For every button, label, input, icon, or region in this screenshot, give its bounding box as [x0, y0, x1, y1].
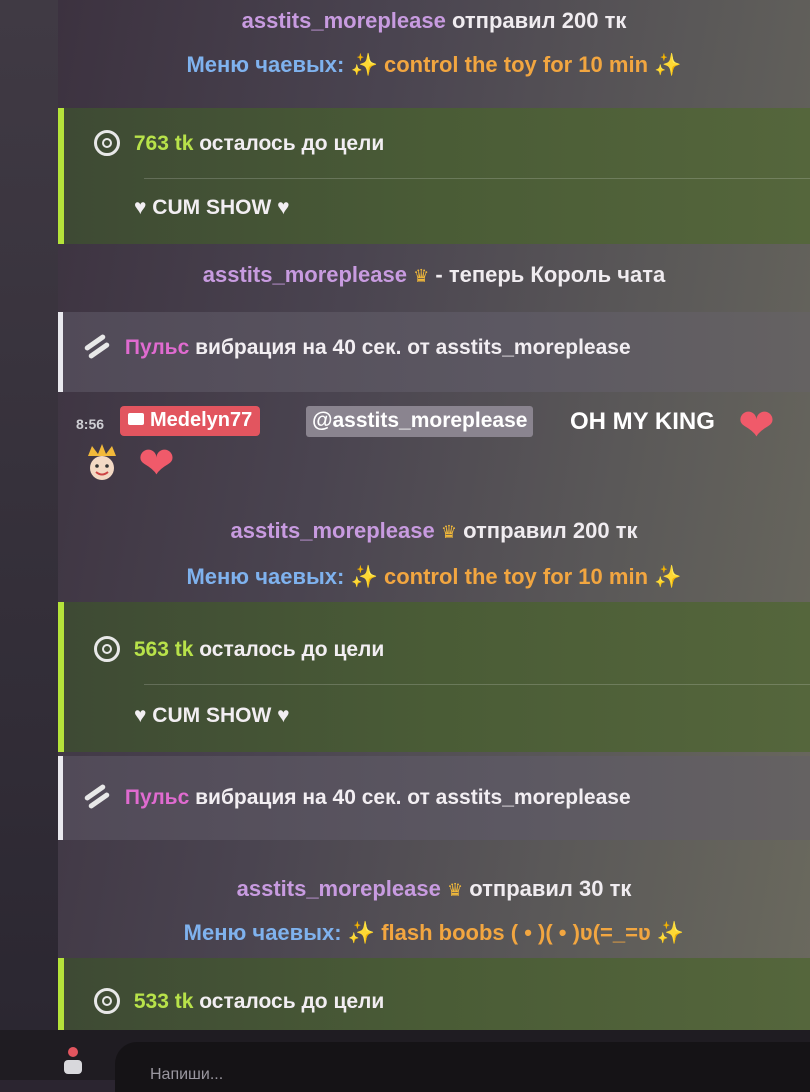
- tip-username[interactable]: asstits_moreplease: [242, 8, 446, 33]
- goal-divider: [144, 684, 810, 685]
- camera-icon: [128, 413, 144, 425]
- crown-icon: ♛: [440, 522, 457, 542]
- tip-menu-line: Меню чаевых: ✨ control the toy for 10 mi…: [58, 52, 810, 78]
- target-icon: [94, 988, 120, 1014]
- goal-remaining: 563 tk: [133, 638, 194, 661]
- tip-notice: asstits_moreplease ♛ отправил 30 тк: [58, 876, 810, 902]
- composer-bar: Напиши...: [0, 1030, 810, 1092]
- pulse-text: вибрация на 40 сек. от asstits_morepleas…: [195, 336, 631, 359]
- king-text: - теперь Король чата: [435, 262, 666, 287]
- sparkle-icon: ✨: [654, 52, 682, 77]
- sparkle-icon: ✨: [350, 564, 378, 589]
- message-placeholder: Напиши...: [150, 1066, 224, 1083]
- tip-menu-line: Меню чаевых: ✨ flash boobs ( • )( • )ʋ(=…: [58, 920, 810, 946]
- goal-remaining: 763 tk: [133, 132, 194, 155]
- tip-menu-label: Меню чаевых:: [183, 920, 342, 945]
- tip-menu-label: Меню чаевых:: [186, 52, 345, 77]
- heart-icon: ❤: [738, 401, 775, 450]
- goal-progress: 563 tk осталось до цели: [94, 636, 384, 662]
- goal-suffix: осталось до цели: [199, 990, 385, 1013]
- tip-action: отправил 30 тк: [469, 876, 632, 901]
- vibration-icon: [83, 333, 111, 360]
- pulse-notice: Пульс вибрация на 40 сек. от asstits_mor…: [58, 756, 810, 840]
- sparkle-icon: ✨: [656, 920, 685, 945]
- heart-icon: ❤: [138, 439, 175, 488]
- goal-divider: [144, 178, 810, 179]
- tip-menu-line: Меню чаевых: ✨ control the toy for 10 mi…: [58, 564, 810, 590]
- tip-username[interactable]: asstits_moreplease: [237, 876, 441, 901]
- pulse-word: Пульс: [124, 786, 190, 809]
- tip-action: отправил 200 тк: [463, 518, 638, 543]
- tip-notice: asstits_moreplease отправил 200 тк: [58, 8, 810, 34]
- chat-panel: asstits_moreplease отправил 200 тк Меню …: [0, 0, 810, 1092]
- goal-notice: 763 tk осталось до цели ♥ CUM SHOW ♥: [58, 108, 810, 244]
- sparkle-icon: ✨: [350, 52, 378, 77]
- sparkle-icon: ✨: [654, 564, 682, 589]
- goal-suffix: осталось до цели: [199, 132, 385, 155]
- king-notice: asstits_moreplease ♛ - теперь Король чат…: [58, 262, 810, 288]
- author-name: Medelyn77: [150, 409, 253, 431]
- crown-icon: ♛: [446, 880, 464, 900]
- goal-remaining: 533 tk: [133, 990, 194, 1013]
- left-rail: [0, 0, 58, 1080]
- king-username[interactable]: asstits_moreplease: [203, 262, 407, 287]
- author-badge[interactable]: Medelyn77: [120, 406, 261, 436]
- user-icon[interactable]: [56, 1044, 90, 1078]
- goal-title: ♥ CUM SHOW ♥: [134, 196, 290, 219]
- crown-icon: ♛: [413, 266, 430, 286]
- tip-menu-item: control the toy for 10 min: [383, 52, 649, 77]
- king-emoji-icon: [88, 444, 116, 480]
- goal-progress: 533 tk осталось до цели: [94, 988, 384, 1014]
- goal-title: ♥ CUM SHOW ♥: [134, 704, 290, 727]
- mention-tag[interactable]: @asstits_moreplease: [306, 406, 534, 437]
- goal-progress: 763 tk осталось до цели: [94, 130, 384, 156]
- target-icon: [94, 636, 120, 662]
- pulse-word: Пульс: [124, 336, 190, 359]
- tip-username[interactable]: asstits_moreplease: [231, 518, 435, 543]
- goal-suffix: осталось до цели: [199, 638, 385, 661]
- message-time: 8:56: [76, 416, 105, 432]
- sparkle-icon: ✨: [347, 920, 376, 945]
- pulse-notice: Пульс вибрация на 40 сек. от asstits_mor…: [58, 312, 810, 392]
- goal-notice: 563 tk осталось до цели ♥ CUM SHOW ♥: [58, 602, 810, 752]
- chat-message: 8:56 Medelyn77 @asstits_moreplease OH MY…: [58, 398, 810, 498]
- tip-menu-label: Меню чаевых:: [186, 564, 345, 589]
- tip-menu-item: flash boobs ( • )( • )ʋ(=_=ʋ: [381, 920, 651, 945]
- target-icon: [94, 130, 120, 156]
- vibration-icon: [83, 783, 111, 810]
- tip-action: отправил 200 тк: [451, 8, 627, 33]
- pulse-text: вибрация на 40 сек. от asstits_morepleas…: [195, 786, 631, 809]
- tip-menu-item: control the toy for 10 min: [383, 564, 649, 589]
- message-text: OH MY KING: [570, 408, 715, 435]
- goal-notice: 533 tk осталось до цели: [58, 958, 810, 1038]
- tip-notice: asstits_moreplease ♛ отправил 200 тк: [58, 518, 810, 544]
